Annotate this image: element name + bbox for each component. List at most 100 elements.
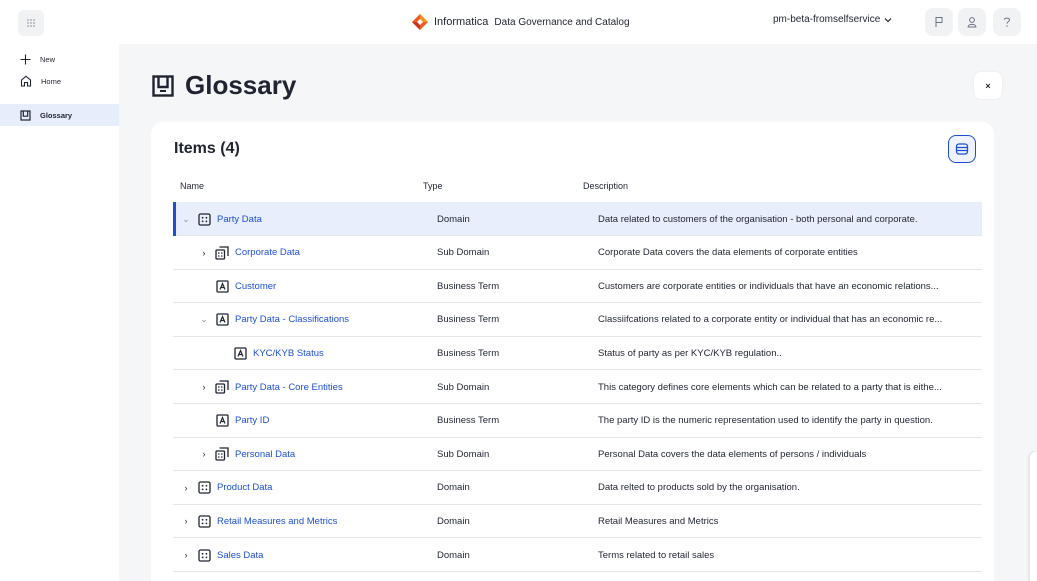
user-button[interactable]: [958, 8, 986, 36]
chevron-right-icon[interactable]: ›: [181, 550, 191, 560]
nav-item-label: Home: [41, 76, 62, 86]
type-cell: Sub Domain: [437, 381, 490, 393]
description-cell: Retail Measures and Metrics: [598, 504, 978, 538]
column-header-description[interactable]: Description: [583, 181, 628, 191]
business-term-icon: [215, 414, 229, 428]
description-cell: Status of party as per KYC/KYB regulatio…: [598, 336, 978, 370]
nav-item-home[interactable]: Home: [0, 70, 119, 92]
description-cell: Corporate Data covers the data elements …: [598, 236, 978, 270]
informatica-logo-icon: [412, 14, 428, 30]
plus-icon: [20, 54, 31, 64]
description-cell: Terms related to retail sales: [598, 538, 978, 572]
name-cell: › Product Data: [181, 471, 272, 505]
description-text: Data relted to products sold by the orga…: [598, 482, 800, 494]
brand-name: Informatica: [434, 16, 489, 28]
item-name-link[interactable]: Personal Data: [235, 449, 295, 460]
items-title: Items (4): [174, 140, 240, 157]
description-text: Retail Measures and Metrics: [598, 515, 719, 527]
chevron-down-icon[interactable]: ⌄: [181, 214, 191, 225]
items-card: Items (4) Name Type Description ⌄ Party D…: [151, 122, 994, 581]
grid-icon: [27, 19, 35, 27]
description-text: Personal Data covers the data elements o…: [598, 448, 867, 460]
name-cell: › Sales Data: [181, 538, 263, 572]
item-name-link[interactable]: Product Data: [217, 482, 272, 493]
table-row[interactable]: KYC/KYB Status Business Term Status of par…: [173, 336, 982, 371]
user-icon: [967, 17, 977, 28]
org-name: pm-beta-fromselfservice: [773, 14, 881, 25]
table-row[interactable]: › Product Data Domain Data relted to produc…: [173, 471, 982, 505]
type-cell: Sub Domain: [437, 247, 490, 259]
view-toggle-button[interactable]: [948, 135, 976, 163]
subdomain-icon: [215, 380, 229, 394]
nav-item-label: New: [40, 54, 56, 64]
business-term-icon: [215, 313, 229, 327]
product-name: Data Governance and Catalog: [494, 16, 630, 28]
item-name-link[interactable]: Retail Measures and Metrics: [217, 516, 337, 527]
item-name-link[interactable]: KYC/KYB Status: [253, 348, 324, 359]
brand[interactable]: Informatica Data Governance and Catalog: [411, 12, 630, 32]
item-name-link[interactable]: Sales Data: [217, 550, 263, 561]
page-title: Glossary: [185, 70, 297, 100]
chevron-right-icon[interactable]: ›: [199, 248, 209, 258]
help-button[interactable]: [993, 8, 1021, 36]
name-cell: › Personal Data: [199, 437, 295, 471]
type-cell: Business Term: [437, 314, 500, 326]
chevron-down-icon: [884, 17, 892, 22]
table-row[interactable]: › Retail Measures and Metrics Domain Retail…: [173, 504, 982, 539]
domain-icon: [197, 548, 211, 562]
item-name-link[interactable]: Customer: [235, 281, 276, 292]
description-cell: Classiifcations related to a corporate e…: [598, 303, 978, 337]
nav-item-glossary[interactable]: Glossary: [0, 104, 119, 126]
close-icon: ×: [985, 80, 991, 91]
description-text: Status of party as per KYC/KYB regulatio…: [598, 347, 782, 359]
domain-icon: [197, 514, 211, 528]
description-cell: This category defines core elements whic…: [598, 370, 978, 404]
table-row[interactable]: › Party Data - Core Entities Sub Domain Thi…: [173, 370, 982, 404]
glossary-icon: [152, 74, 174, 97]
item-name-link[interactable]: Party Data: [217, 214, 262, 225]
chevron-right-icon[interactable]: ›: [181, 516, 191, 526]
flag-button[interactable]: [925, 8, 953, 36]
type-cell: Business Term: [437, 347, 500, 359]
description-text: This category defines core elements whic…: [598, 381, 942, 393]
subdomain-icon: [215, 447, 229, 461]
item-name-link[interactable]: Party ID: [235, 415, 269, 426]
description-text: Corporate Data covers the data elements …: [598, 247, 858, 259]
page-header: Glossary: [151, 70, 296, 101]
chevron-right-icon[interactable]: ›: [199, 449, 209, 459]
item-name-link[interactable]: Party Data - Core Entities: [235, 382, 343, 393]
column-header-name[interactable]: Name: [180, 181, 204, 191]
app-switcher-button[interactable]: [18, 10, 44, 36]
type-cell: Domain: [437, 549, 470, 561]
main-content: Glossary × Items (4) Name Type Descripti…: [119, 44, 1037, 581]
item-name-link[interactable]: Party Data - Classifications: [235, 314, 349, 325]
description-text: The party ID is the numeric representati…: [598, 415, 933, 427]
table-row[interactable]: › Corporate Data Sub Domain Corporate Data …: [173, 236, 982, 270]
table-row[interactable]: › Sales Data Domain Terms related to retail…: [173, 538, 982, 572]
chevron-down-icon[interactable]: ⌄: [199, 314, 209, 325]
description-text: Customers are corporate entities or indi…: [598, 280, 939, 292]
name-cell: › Retail Measures and Metrics: [181, 504, 337, 538]
description-cell: Customers are corporate entities or indi…: [598, 269, 978, 303]
description-cell: Data relted to products sold by the orga…: [598, 471, 978, 505]
home-icon: [20, 75, 32, 87]
description-text: Classiifcations related to a corporate e…: [598, 314, 943, 326]
chevron-right-icon[interactable]: ›: [181, 483, 191, 493]
name-cell: › Corporate Data: [199, 236, 300, 270]
close-button[interactable]: ×: [974, 72, 1002, 99]
table-row[interactable]: Customer Business Term Customers are corpo…: [173, 269, 982, 304]
name-cell: Party ID: [199, 404, 269, 438]
column-header-type[interactable]: Type: [423, 181, 443, 191]
item-name-link[interactable]: Corporate Data: [235, 247, 300, 258]
table-row[interactable]: ⌄ Party Data - Classifications Business Te…: [173, 303, 982, 337]
side-panel-edge[interactable]: [1030, 452, 1037, 581]
table-row[interactable]: Party ID Business Term The party ID is the…: [173, 404, 982, 438]
type-cell: Business Term: [437, 415, 500, 427]
table-row[interactable]: ⌄ Party Data Domain Data related to custome…: [173, 202, 982, 236]
org-selector[interactable]: pm-beta-fromselfservice: [773, 14, 892, 25]
top-bar: Informatica Data Governance and Catalog …: [0, 0, 1037, 44]
table-row[interactable]: › Personal Data Sub Domain Personal Data co…: [173, 437, 982, 472]
nav-item-new[interactable]: New: [0, 48, 119, 70]
chevron-right-icon[interactable]: ›: [199, 382, 209, 392]
table-view-icon: [955, 143, 969, 155]
